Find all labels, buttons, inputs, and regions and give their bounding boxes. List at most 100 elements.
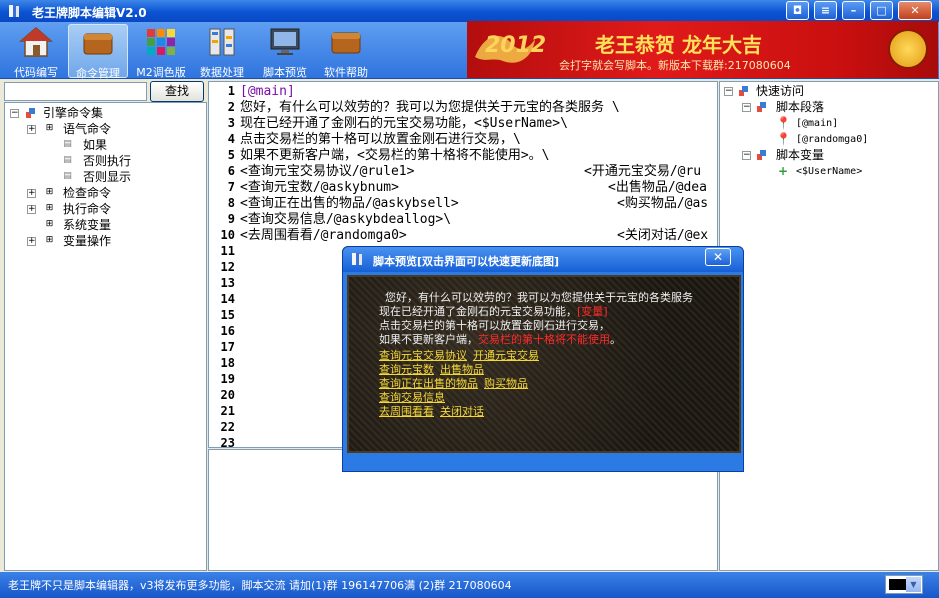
preview-dialog[interactable]: 脚本预览[双击界面可以快速更新底图] ✕ 您好，有什么可以效劳的？我可以为您提供… <box>342 246 744 472</box>
palette-icon <box>147 29 175 55</box>
tree-item[interactable]: <$UserName> <box>796 164 862 179</box>
tool-palette[interactable]: M2调色版 <box>131 24 191 79</box>
preview-link-row: 去周围看看 关闭对话 <box>379 405 490 419</box>
line-number: 17 <box>220 340 235 354</box>
preview-link[interactable]: 查询交易信息 <box>379 391 445 404</box>
line-number: 23 <box>220 436 235 448</box>
tree-item[interactable]: 否则执行 <box>83 154 131 169</box>
line-number: 21 <box>220 404 235 418</box>
expand-icon[interactable]: + <box>27 237 36 246</box>
preview-link[interactable]: 出售物品 <box>440 363 484 376</box>
data-icon <box>209 28 235 56</box>
code-line[interactable]: 点击交易栏的第十格可以放置金刚石进行交易，\ <box>240 132 521 148</box>
code-line-right[interactable]: <出售物品/@dea <box>608 180 707 196</box>
quick-access-tree[interactable]: − 快速访问 − 脚本段落 📍 [@main] 📍 [@randomga0] −… <box>719 81 939 571</box>
line-number: 11 <box>220 244 235 258</box>
tool-help[interactable]: 软件帮助 <box>316 24 376 79</box>
banner-year: 2012 <box>485 33 547 58</box>
line-number: 2 <box>227 100 235 114</box>
tree-item[interactable]: 变量操作 <box>63 234 111 249</box>
collapse-icon[interactable]: − <box>742 103 751 112</box>
tree-root-icon <box>26 108 35 118</box>
promo-banner[interactable]: 2012 老王恭贺 龙年大吉 会打字就会写脚本。新版本下载群:217080604 <box>467 21 938 78</box>
code-line[interactable]: [@main] <box>240 84 295 100</box>
line-number: 6 <box>227 164 235 178</box>
tree-group-label[interactable]: 脚本段落 <box>776 100 824 115</box>
code-line[interactable]: <查询元宝数/@askybnum> <box>240 180 399 196</box>
tree-root-label[interactable]: 引擎命令集 <box>43 106 103 121</box>
close-button[interactable]: ✕ <box>898 1 932 20</box>
preview-link[interactable]: 购买物品 <box>484 377 528 390</box>
search-button[interactable]: 查找 <box>150 81 204 102</box>
tree-item[interactable]: 系统变量 <box>63 218 111 233</box>
tree-group-label[interactable]: 脚本变量 <box>776 148 824 163</box>
tool-label: 数据处理 <box>200 66 244 79</box>
banner-headline: 老王恭贺 龙年大吉 <box>595 33 762 57</box>
line-number: 14 <box>220 292 235 306</box>
preview-link[interactable]: 查询元宝交易协议 <box>379 349 467 362</box>
code-line[interactable]: 如果不更新客户端，<交易栏的第十格将不能使用>。\ <box>240 148 549 164</box>
window-title: 老王牌脚本编辑V2.0 <box>32 6 147 20</box>
help-wallet-icon <box>331 32 361 54</box>
color-picker[interactable]: ▼ <box>885 575 923 594</box>
grid-icon: ⊞ <box>45 123 54 133</box>
code-line[interactable]: <去周围看看/@randomga0> <box>240 228 407 244</box>
tree-item[interactable]: 如果 <box>83 138 107 153</box>
collapse-icon[interactable]: − <box>10 109 19 118</box>
code-line[interactable]: 现在已经开通了金刚石的元宝交易功能，<$UserName>\ <box>240 116 568 132</box>
line-number: 20 <box>220 388 235 402</box>
code-line[interactable]: 您好，有什么可以效劳的？我可以为您提供关于元宝的各类服务 \ <box>240 100 620 116</box>
tool-data-process[interactable]: 数据处理 <box>192 24 252 79</box>
code-line[interactable]: <查询交易信息/@askybdeallog>\ <box>240 212 451 228</box>
code-line[interactable]: <查询元宝交易协议/@rule1> <box>240 164 414 180</box>
expand-icon[interactable]: + <box>27 125 36 134</box>
collapse-icon[interactable]: − <box>724 87 733 96</box>
collapse-icon[interactable]: − <box>742 151 751 160</box>
command-tree[interactable]: − 引擎命令集 + ⊞ 语气命令 ▤ 如果 ▤ 否则执行 ▤ 否则显示 + ⊞ … <box>4 102 207 571</box>
tool-label: M2调色版 <box>136 66 186 79</box>
code-line[interactable]: <查询正在出售的物品/@askybsell> <box>240 196 459 212</box>
line-number: 9 <box>227 212 235 226</box>
minimize-button[interactable]: – <box>842 1 865 20</box>
preview-link[interactable]: 查询元宝数 <box>379 363 434 376</box>
preview-link[interactable]: 关闭对话 <box>440 405 484 418</box>
status-text: 老王牌不只是脚本编辑器，v3将发布更多功能，脚本交流 请加(1)群 196147… <box>8 579 512 592</box>
close-icon: ✕ <box>910 4 920 17</box>
tree-item[interactable]: 执行命令 <box>63 202 111 217</box>
code-line-right[interactable]: <关闭对话/@ex <box>617 228 708 244</box>
tool-code-edit[interactable]: 代码编写 <box>6 24 66 79</box>
tool-script-preview[interactable]: 脚本预览 <box>255 24 315 79</box>
tool-command-manage[interactable]: 命令管理 <box>68 24 128 80</box>
tree-item[interactable]: [@randomga0] <box>796 132 868 147</box>
preview-link[interactable]: 去周围看看 <box>379 405 434 418</box>
tool-label: 脚本预览 <box>263 66 307 79</box>
dialog-close-button[interactable]: ✕ <box>705 248 731 266</box>
preview-warning: 交易栏的第十格将不能使用 <box>478 333 610 346</box>
expand-icon[interactable]: + <box>27 189 36 198</box>
preview-link[interactable]: 查询正在出售的物品 <box>379 377 478 390</box>
expand-icon[interactable]: + <box>27 205 36 214</box>
doc-icon: ▤ <box>63 155 72 165</box>
preview-text: 如果不更新客户端， <box>379 333 478 346</box>
quick-access-label[interactable]: 快速访问 <box>756 84 804 99</box>
line-number: 4 <box>227 132 235 146</box>
wallet-icon <box>83 33 113 55</box>
maximize-icon: □ <box>876 4 887 17</box>
menu-button[interactable]: ≡ <box>814 1 837 20</box>
tree-item[interactable]: 检查命令 <box>63 186 111 201</box>
chat-button[interactable]: ◘ <box>786 1 809 20</box>
maximize-button[interactable]: □ <box>870 1 893 20</box>
line-number: 18 <box>220 356 235 370</box>
tree-item[interactable]: 否则显示 <box>83 170 131 185</box>
preview-text-row: 现在已经开通了金刚石的元宝交易功能，[变量] <box>379 305 608 319</box>
code-line-right[interactable]: <开通元宝交易/@ru <box>584 164 701 180</box>
tree-item[interactable]: [@main] <box>796 116 838 131</box>
title-bar[interactable]: 老王牌脚本编辑V2.0 ◘ ≡ – □ ✕ <box>0 0 939 22</box>
code-line-right[interactable]: <购买物品/@as <box>617 196 708 212</box>
chevron-down-icon[interactable]: ▼ <box>906 577 921 592</box>
preview-canvas[interactable]: 您好，有什么可以效劳的？我可以为您提供关于元宝的各类服务 现在已经开通了金刚石的… <box>347 275 741 453</box>
dialog-title-bar[interactable]: 脚本预览[双击界面可以快速更新底图] ✕ <box>343 247 743 272</box>
tree-item[interactable]: 语气命令 <box>63 122 111 137</box>
search-input[interactable] <box>4 82 147 101</box>
preview-link[interactable]: 开通元宝交易 <box>473 349 539 362</box>
